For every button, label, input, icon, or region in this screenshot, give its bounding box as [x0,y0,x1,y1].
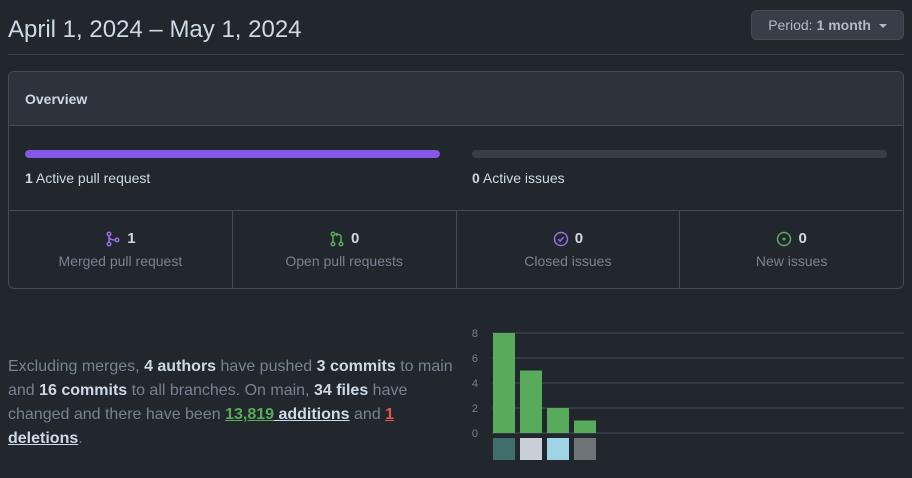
stat-merged-pull-request[interactable]: 1 Merged pull request [9,211,233,288]
y-tick-label: 8 [472,328,478,340]
git-pull-request-icon [329,230,345,247]
summary-text-6: and [349,406,386,423]
y-tick-label: 2 [472,403,478,415]
additions-count: 13,819 [225,406,275,423]
commits-all-count: 16 commits [39,382,128,399]
active-issues-label: Active issues [482,170,565,186]
chart-bar[interactable] [520,370,542,434]
pull-requests-progress-fill [25,150,440,158]
period-dropdown-button[interactable]: Period: 1 month [751,10,904,40]
summary-text-7: . [78,430,83,447]
additions-link[interactable]: 13,819 additions [225,406,350,423]
active-pr-label: Active pull request [35,170,151,186]
active-issues-text: 0 Active issues [472,170,887,186]
period-label: Period: [768,17,813,33]
stat-closed-issues[interactable]: 0 Closed issues [457,211,681,288]
pull-requests-summary[interactable]: 1 Active pull request [25,150,440,186]
issues-summary[interactable]: 0 Active issues [472,150,887,186]
period-value: 1 month [816,17,871,33]
contributors-bar-chart: 0 2 4 6 8 [472,328,904,460]
issues-progress-track [472,150,887,158]
y-tick-label: 0 [472,428,478,440]
summary-text-2: have pushed [216,358,317,375]
authors-count: 4 authors [144,358,217,375]
chart-bar[interactable] [574,420,596,434]
stat-new-issues[interactable]: 0 New issues [680,211,903,288]
contributor-avatar[interactable] [547,438,569,460]
contributor-avatar[interactable] [493,438,515,460]
active-issues-count: 0 [472,170,480,186]
summary-text-4: to all branches. On main, [127,382,314,399]
commit-summary: Excluding merges, 4 authors have pushed … [8,355,468,451]
deletions-count: 1 [385,406,395,423]
new-issues-label: New issues [755,253,828,269]
commits-main-count: 3 commits [316,358,396,375]
issue-opened-icon [776,231,792,247]
new-issues-count: 0 [798,230,807,247]
issue-closed-icon [553,231,569,247]
files-count: 34 files [313,382,369,399]
page-header: April 1, 2024 – May 1, 2024 Period: 1 mo… [8,10,904,55]
closed-issues-label: Closed issues [524,253,612,269]
active-pull-request-text: 1 Active pull request [25,170,440,186]
contributor-avatar[interactable] [574,438,596,460]
pull-requests-progress-track [25,150,440,158]
overview-box: Overview 1 Active pull request 0 Active … [8,71,904,289]
date-range-title: April 1, 2024 – May 1, 2024 [8,16,302,43]
additions-label: additions [274,406,350,423]
chart-bar[interactable] [547,408,569,433]
open-pr-count: 0 [350,230,360,247]
merged-pr-label: Merged pull request [58,253,183,269]
y-tick-label: 6 [472,353,478,365]
open-pr-label: Open pull requests [285,253,403,269]
git-merge-icon [105,230,121,247]
stat-open-pull-requests[interactable]: 0 Open pull requests [233,211,457,288]
y-tick-label: 4 [472,378,478,390]
overview-title: Overview [25,90,88,107]
overview-header: Overview [9,72,903,126]
stats-row: 1 Merged pull request 0 Open pull reques… [9,211,903,288]
chart-bar[interactable] [493,333,515,433]
active-pr-count: 1 [25,170,33,186]
closed-issues-count: 0 [574,230,584,247]
caret-down-icon [879,24,887,28]
activity-bars: 1 Active pull request 0 Active issues [9,126,903,211]
merged-pr-count: 1 [127,230,136,247]
summary-text-1: Excluding merges, [8,358,145,375]
deletions-label: deletions [8,430,79,447]
contributor-avatar[interactable] [520,438,542,460]
